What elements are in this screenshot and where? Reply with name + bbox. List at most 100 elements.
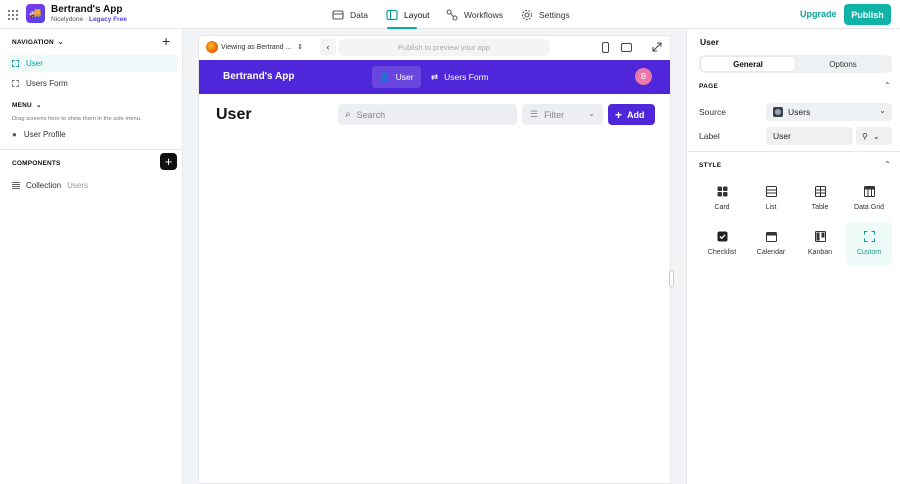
chevron-left-icon: ‹ (326, 42, 330, 52)
layout-icon (386, 9, 398, 21)
chevron-down-icon: ⌄ (879, 106, 886, 115)
source-select[interactable]: Users ⌄ (766, 103, 892, 121)
page-title: User (216, 106, 252, 123)
search-placeholder: Search (356, 109, 386, 120)
app-logo[interactable]: 🚚 (26, 4, 45, 23)
add-button[interactable]: + Add (608, 104, 655, 125)
tab-data-label: Data (350, 10, 368, 20)
style-checklist[interactable]: Checklist (699, 222, 745, 265)
label-label: Label (699, 131, 720, 141)
style-kanban[interactable]: Kanban (797, 222, 843, 265)
custom-icon (863, 231, 875, 242)
component-collection[interactable]: Collection Users (12, 181, 88, 190)
tab-layout[interactable]: Layout (386, 8, 430, 22)
resize-handle[interactable] (669, 270, 674, 287)
segment-options[interactable]: Options (796, 57, 890, 71)
top-bar: 🚚 Bertrand's App Nicelydone · Legacy Fre… (0, 0, 900, 29)
tab-data[interactable]: Data (332, 8, 368, 22)
tab-settings-label: Settings (539, 10, 570, 20)
chevron-up-icon[interactable]: ⌃ (884, 160, 891, 169)
preview-tab-user[interactable]: 👤 User (372, 66, 421, 88)
upgrade-button[interactable]: Upgrade (800, 9, 837, 19)
filter-dropdown[interactable]: ☰ Filter ⌄ (522, 104, 603, 125)
workspace-name: Nicelydone (51, 16, 84, 23)
publish-button[interactable]: Publish (844, 4, 891, 25)
label-value: User (773, 131, 791, 141)
app-name[interactable]: Bertrand's App (51, 4, 122, 15)
navigation-section-header[interactable]: NAVIGATION ⌄ (12, 38, 64, 47)
add-screen-button[interactable]: + (162, 34, 170, 48)
style-data-grid[interactable]: Data Grid (846, 177, 892, 220)
data-grid-icon (863, 186, 875, 197)
kanban-icon (814, 231, 826, 242)
chevron-up-icon[interactable]: ⌃ (884, 81, 891, 90)
tab-settings[interactable]: Settings (521, 8, 570, 22)
person-icon: ⚲ (862, 131, 868, 141)
component-title: User (700, 37, 719, 47)
mobile-device-icon[interactable] (602, 42, 609, 53)
avatar[interactable]: B (635, 68, 652, 85)
add-component-button[interactable]: + (160, 153, 177, 170)
style-section-header[interactable]: STYLE (699, 162, 721, 169)
tablet-device-icon[interactable] (621, 43, 632, 52)
chevron-down-icon: ⌄ (588, 109, 595, 118)
tab-layout-label: Layout (404, 10, 430, 20)
user-avatar-icon (206, 41, 218, 53)
style-list[interactable]: List (748, 177, 794, 220)
menu-item-label: User Profile (23, 130, 66, 139)
collection-icon (12, 181, 20, 190)
preview-tab-users-form[interactable]: ⇄ Users Form (424, 66, 496, 88)
style-table[interactable]: Table (797, 177, 843, 220)
label-field[interactable]: User (766, 127, 853, 145)
add-label: Add (627, 109, 645, 120)
component-source: Users (67, 181, 89, 190)
page-section-header[interactable]: PAGE (699, 83, 718, 90)
divider (0, 149, 183, 150)
screen-item-users-form[interactable]: Users Form (8, 75, 178, 92)
style-label: Card (714, 204, 730, 211)
style-label: Data Grid (854, 204, 884, 211)
active-tab-indicator (387, 27, 417, 29)
label-binding-button[interactable]: ⚲ ⌄ (856, 127, 892, 145)
screen-icon (12, 80, 19, 87)
checklist-icon (717, 231, 727, 242)
expand-icon[interactable] (652, 42, 662, 52)
style-calendar[interactable]: Calendar (748, 222, 794, 265)
tab-workflows[interactable]: Workflows (446, 8, 503, 22)
form-icon: ⇄ (431, 71, 439, 82)
right-panel: User General Options PAGE ⌃ Source Users… (686, 29, 900, 484)
chevron-down-icon: ⌄ (872, 131, 880, 141)
plus-icon: + (615, 107, 623, 122)
viewing-as-selector[interactable]: Viewing as Bertrand ... ⇕ (221, 43, 303, 51)
database-icon (332, 10, 344, 20)
screen-item-user[interactable]: User (8, 55, 178, 72)
menu-section-header[interactable]: MENU ⌄ (12, 101, 42, 110)
chevron-down-icon: ⌄ (57, 39, 64, 46)
back-button[interactable]: ‹ (320, 39, 336, 55)
style-custom[interactable]: Custom (846, 222, 892, 265)
navigation-label: NAVIGATION (12, 38, 54, 46)
workspace-separator: · (84, 16, 88, 23)
workflow-icon (446, 9, 458, 21)
card-icon (717, 186, 727, 197)
calendar-icon (765, 232, 777, 242)
menu-item-user-profile[interactable]: ● User Profile (8, 126, 178, 143)
style-label: Checklist (707, 249, 737, 256)
search-input[interactable]: ⌕ Search (338, 104, 517, 125)
filter-label: Filter (544, 109, 565, 120)
apps-grid-icon[interactable] (8, 10, 18, 20)
person-icon: ● (12, 130, 17, 139)
preview-app-header: Bertrand's App 👤 User ⇄ Users Form B (199, 60, 670, 94)
style-label: Table (811, 204, 829, 211)
segment-general[interactable]: General (701, 57, 795, 71)
gear-icon (522, 10, 532, 20)
style-card[interactable]: Card (699, 177, 745, 220)
style-label: List (765, 204, 777, 211)
plan-badge[interactable]: Legacy Free (89, 16, 127, 23)
style-label: Custom (856, 249, 882, 256)
tab-workflows-label: Workflows (464, 10, 504, 20)
source-label: Source (699, 107, 726, 117)
preview-tab-label: User (395, 72, 414, 82)
source-value: Users (788, 107, 811, 117)
chevron-down-icon: ⌄ (35, 102, 42, 109)
